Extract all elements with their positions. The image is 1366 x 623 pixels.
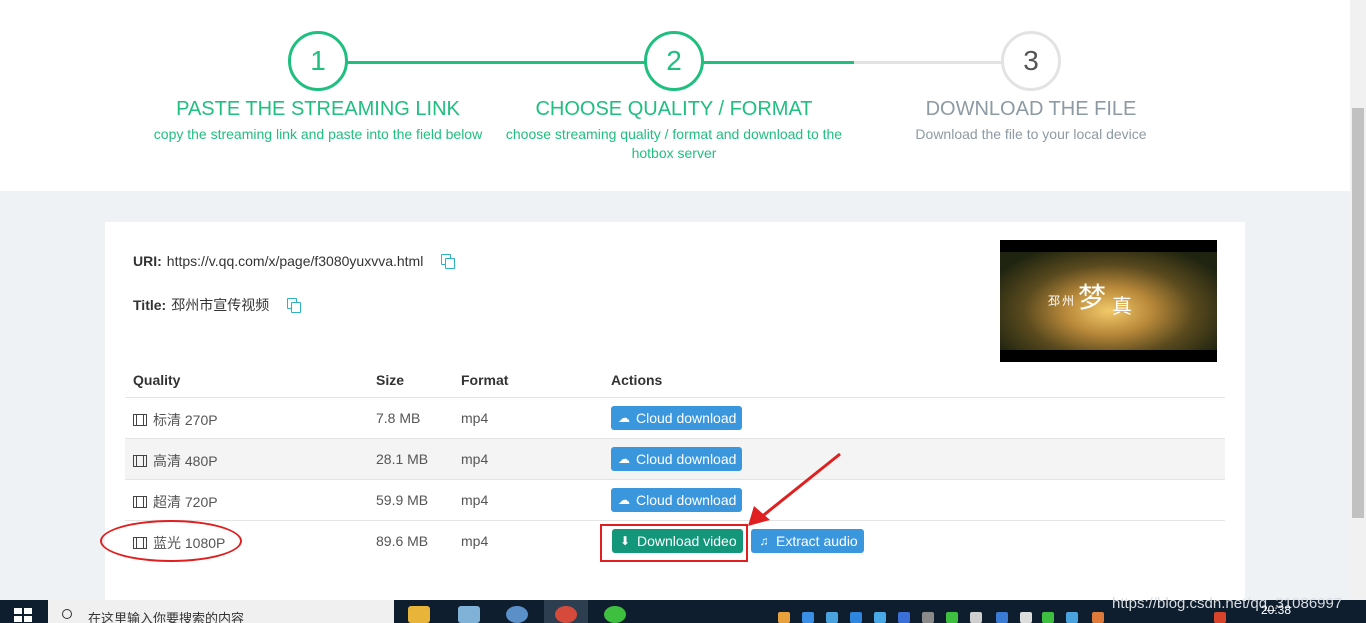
tray-app-icon[interactable] — [1066, 612, 1078, 623]
notepad-app-icon[interactable] — [458, 606, 480, 623]
usb-icon[interactable] — [1020, 612, 1032, 623]
step-2-desc: choose streaming quality / format and do… — [505, 126, 843, 161]
input-method-icon[interactable] — [1214, 612, 1226, 623]
size-cell: 59.9 MB — [376, 492, 429, 508]
tray-app-icon[interactable] — [874, 612, 886, 623]
tray-app-icon[interactable] — [946, 612, 958, 623]
thumbnail-caption-small: 邳州 — [1048, 294, 1077, 308]
quality-label: 高清 480P — [153, 453, 218, 469]
search-placeholder: 在这里输入你要搜索的内容 — [88, 611, 245, 623]
title-value: 邳州市宣传视频 — [171, 297, 270, 313]
cloud-upload-icon: ☁ — [618, 411, 630, 425]
col-header-actions: Actions — [611, 372, 663, 388]
step-progress-line-pending — [854, 61, 1004, 64]
table-row: 超清 720P 59.9 MB mp4 ☁ Cloud download — [125, 479, 1225, 520]
file-explorer-icon[interactable] — [408, 606, 430, 623]
format-cell: mp4 — [461, 533, 489, 549]
size-cell: 7.8 MB — [376, 410, 421, 426]
tray-app-icon[interactable] — [802, 612, 814, 623]
tray-app-icon[interactable] — [778, 612, 790, 623]
button-label: Cloud download — [636, 492, 737, 508]
table-row: 标清 270P 7.8 MB mp4 ☁ Cloud download — [125, 397, 1225, 438]
cloud-upload-icon: ☁ — [618, 452, 630, 466]
step-2-title: CHOOSE QUALITY / FORMAT — [535, 98, 813, 120]
step-1-title: PASTE THE STREAMING LINK — [176, 98, 460, 120]
thumbnail-caption-big-2: 真 — [1112, 294, 1132, 318]
step-3-circle: 3 — [1001, 31, 1061, 91]
step-3-number: 3 — [1023, 45, 1039, 76]
chrome-icon[interactable] — [555, 606, 577, 623]
thumbnail-image — [1000, 252, 1217, 350]
format-cell: mp4 — [461, 492, 489, 508]
step-1-number: 1 — [310, 45, 326, 76]
button-label: Cloud download — [636, 410, 737, 426]
step-3-desc: Download the file to your local device — [915, 126, 1147, 142]
film-icon — [133, 455, 147, 467]
tray-app-icon[interactable] — [1092, 612, 1104, 623]
format-cell: mp4 — [461, 410, 489, 426]
network-app-icon[interactable] — [506, 606, 528, 623]
annotation-ellipse — [100, 520, 242, 562]
step-1-circle: 1 — [288, 31, 348, 91]
cloud-download-button[interactable]: ☁ Cloud download — [611, 406, 743, 430]
uri-value: https://v.qq.com/x/page/f3080yuxvva.html — [166, 253, 424, 269]
wechat-icon[interactable] — [604, 606, 626, 623]
tray-app-icon[interactable] — [826, 612, 838, 623]
tray-app-icon[interactable] — [922, 612, 934, 623]
step-2-number: 2 — [666, 45, 682, 76]
uri-row: URI: https://v.qq.com/x/page/f3080yuxvva… — [133, 253, 456, 269]
quality-cell: 高清 480P — [133, 451, 218, 471]
cloud-download-button[interactable]: ☁ Cloud download — [611, 488, 743, 512]
quality-label: 超清 720P — [153, 494, 218, 510]
watermark-text: https://blog.csdn.net/qq_31086997 — [1112, 595, 1343, 612]
search-icon — [62, 609, 72, 619]
button-label: Extract audio — [776, 533, 858, 549]
button-label: Cloud download — [636, 451, 737, 467]
bluetooth-icon[interactable] — [996, 612, 1008, 623]
copy-title-icon[interactable] — [287, 298, 302, 313]
annotation-arrow-icon — [748, 452, 841, 526]
quality-cell: 超清 720P — [133, 492, 218, 512]
scrollbar-thumb[interactable] — [1352, 108, 1364, 518]
cloud-download-button[interactable]: ☁ Cloud download — [611, 447, 743, 471]
size-cell: 89.6 MB — [376, 533, 429, 549]
film-icon — [133, 414, 147, 426]
size-cell: 28.1 MB — [376, 451, 429, 467]
windows-start-icon[interactable] — [14, 608, 34, 623]
taskbar-clock[interactable]: 20:38 — [1261, 603, 1291, 617]
tray-app-icon[interactable] — [970, 612, 982, 623]
step-2-circle: 2 — [644, 31, 704, 91]
step-progress-line-done — [346, 61, 854, 64]
format-cell: mp4 — [461, 451, 489, 467]
title-row: Title: 邳州市宣传视频 — [133, 295, 302, 315]
tray-app-icon[interactable] — [850, 612, 862, 623]
col-header-quality: Quality — [133, 372, 181, 388]
uri-label: URI: — [133, 253, 162, 269]
steps-header: 1 2 3 PASTE THE STREAMING LINK copy the … — [0, 0, 1350, 191]
video-thumbnail: 邳州 梦 真 — [1000, 240, 1217, 362]
thumbnail-caption-big: 梦 — [1078, 281, 1107, 314]
tray-app-icon[interactable] — [898, 612, 910, 623]
quality-label: 标清 270P — [153, 412, 218, 428]
title-label: Title: — [133, 297, 167, 313]
table-row: 高清 480P 28.1 MB mp4 ☁ Cloud download — [125, 438, 1225, 479]
annotation-rectangle — [600, 524, 748, 562]
music-note-icon: ♫ — [759, 534, 769, 548]
taskbar-search-box[interactable]: 在这里输入你要搜索的内容 — [48, 600, 394, 623]
step-1-desc: copy the streaming link and paste into t… — [153, 126, 483, 142]
extract-audio-button[interactable]: ♫ Extract audio — [751, 529, 864, 553]
col-header-size: Size — [376, 372, 405, 388]
cloud-upload-icon: ☁ — [618, 493, 630, 507]
copy-uri-icon[interactable] — [441, 254, 456, 269]
film-icon — [133, 496, 147, 508]
tray-app-icon[interactable] — [1042, 612, 1054, 623]
step-3-title: DOWNLOAD THE FILE — [925, 98, 1137, 120]
quality-cell: 标清 270P — [133, 410, 218, 430]
col-header-format: Format — [461, 372, 509, 388]
